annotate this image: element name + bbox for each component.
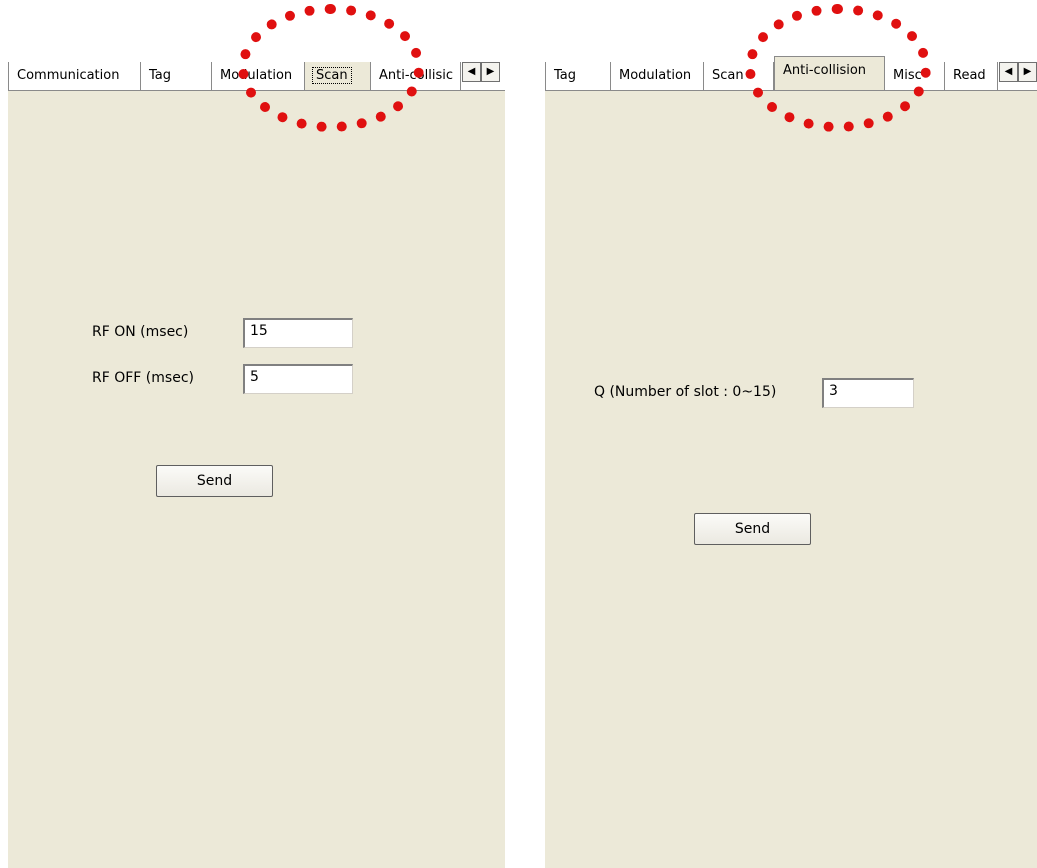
right-panel bbox=[545, 90, 1037, 868]
tab-tag[interactable]: Tag bbox=[545, 62, 611, 90]
tab-scan[interactable]: Scan bbox=[704, 62, 774, 90]
scroll-right-icon[interactable]: ▶ bbox=[1018, 62, 1037, 82]
tab-communication[interactable]: Communication bbox=[8, 62, 141, 90]
tab-read[interactable]: Read bbox=[945, 62, 998, 90]
right-tab-strip: Tag Modulation Scan Anti-collision Misc … bbox=[545, 56, 1037, 92]
scroll-left-icon[interactable]: ◀ bbox=[999, 62, 1018, 82]
scroll-left-icon[interactable]: ◀ bbox=[462, 62, 481, 82]
tab-modulation[interactable]: Modulation bbox=[212, 62, 305, 90]
scroll-right-icon[interactable]: ▶ bbox=[481, 62, 500, 82]
rf-on-label: RF ON (msec) bbox=[92, 324, 189, 340]
tab-anti-collision[interactable]: Anti-collision bbox=[774, 56, 885, 90]
tab-scan[interactable]: Scan bbox=[305, 62, 371, 90]
tab-tag[interactable]: Tag bbox=[141, 62, 212, 90]
q-slot-input[interactable]: 3 bbox=[822, 378, 914, 408]
send-button[interactable]: Send bbox=[694, 513, 811, 545]
rf-off-label: RF OFF (msec) bbox=[92, 370, 194, 386]
rf-off-input[interactable]: 5 bbox=[243, 364, 353, 394]
left-tab-strip: Communication Tag Modulation Scan Anti-c… bbox=[8, 62, 505, 92]
tab-anti-collision[interactable]: Anti-collisic bbox=[371, 62, 461, 90]
send-button[interactable]: Send bbox=[156, 465, 273, 497]
rf-on-input[interactable]: 15 bbox=[243, 318, 353, 348]
tab-misc[interactable]: Misc bbox=[885, 62, 945, 90]
tab-modulation[interactable]: Modulation bbox=[611, 62, 704, 90]
q-slot-label: Q (Number of slot : 0~15) bbox=[594, 384, 777, 400]
